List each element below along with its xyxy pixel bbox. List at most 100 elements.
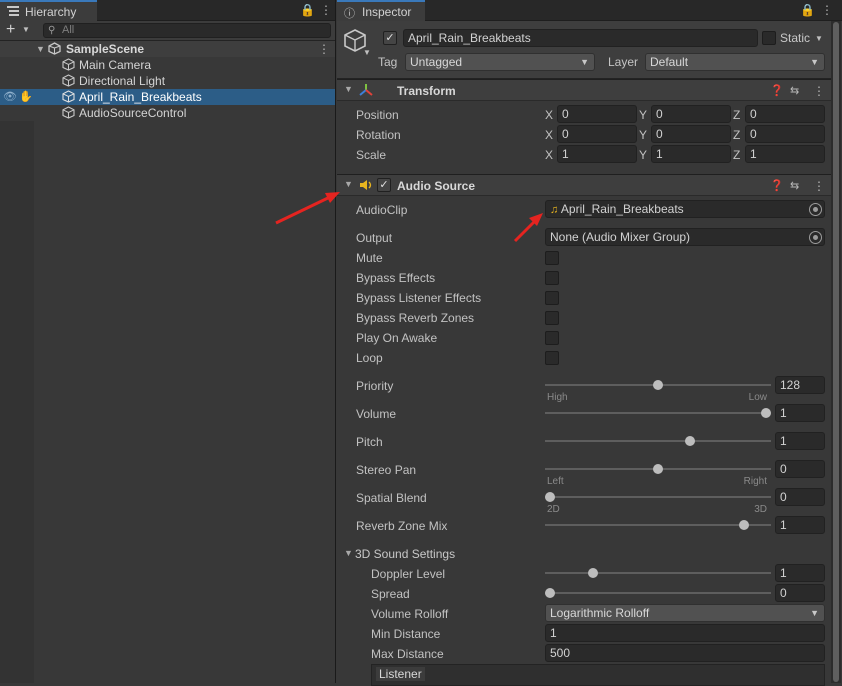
static-dropdown-icon[interactable]: ▼ (815, 34, 823, 43)
search-icon: ⚲ (48, 25, 56, 36)
transform-x-field[interactable]: 0 (557, 125, 637, 143)
toggle-checkbox[interactable] (545, 271, 559, 285)
axis-x-label: X (545, 108, 554, 122)
expand-arrow-icon[interactable]: ▼ (344, 548, 353, 558)
active-checkbox[interactable]: ✓ (383, 31, 397, 45)
audioclip-value: April_Rain_Breakbeats (560, 202, 684, 216)
doppler-field[interactable]: 1 (775, 564, 825, 582)
tag-dropdown[interactable]: Untagged ▼ (405, 53, 595, 71)
more-menu-icon[interactable]: ⋮ (320, 3, 332, 17)
expand-arrow-icon[interactable]: ▼ (344, 179, 353, 189)
slider-value-field[interactable]: 128 (775, 376, 825, 394)
audio-source-header[interactable]: ▼ ✓ Audio Source ❓ ⇆ ⋮ (337, 174, 831, 196)
static-label: Static (780, 31, 811, 45)
more-menu-icon[interactable]: ⋮ (821, 3, 833, 17)
hierarchy-item-label: Directional Light (79, 74, 166, 88)
spread-slider-track[interactable] (545, 592, 771, 594)
transform-y-field[interactable]: 0 (651, 105, 731, 123)
slider-label: Volume (356, 407, 397, 421)
object-picker-icon[interactable] (809, 231, 822, 244)
transform-header[interactable]: ▼ Transform ❓ ⇆ ⋮ (337, 79, 831, 101)
toggle-checkbox[interactable] (545, 291, 559, 305)
slider-knob[interactable] (761, 408, 771, 418)
pickable-hand-icon[interactable]: ✋ (19, 89, 33, 105)
slider-value-field[interactable]: 0 (775, 460, 825, 478)
spread-slider-knob[interactable] (545, 588, 555, 598)
inspector-scrollbar-thumb[interactable] (833, 22, 839, 682)
transform-row-label: Position (356, 108, 399, 122)
icon-dropdown-icon[interactable]: ▼ (363, 48, 371, 57)
min-distance-label: Min Distance (371, 627, 441, 641)
presets-icon[interactable]: ⇆ (790, 179, 799, 192)
expand-arrow-icon[interactable]: ▼ (36, 41, 45, 57)
doppler-slider-knob[interactable] (588, 568, 599, 578)
sound3d-title[interactable]: 3D Sound Settings (355, 547, 455, 561)
hierarchy-item[interactable]: Main Camera (0, 57, 335, 73)
component-menu-icon[interactable]: ⋮ (813, 179, 825, 193)
hierarchy-item-selected[interactable]: 👁 ✋ April_Rain_Breakbeats (0, 89, 335, 105)
transform-y-field[interactable]: 1 (651, 145, 731, 163)
audioclip-field[interactable]: ♫ April_Rain_Breakbeats (545, 200, 825, 218)
toggle-checkbox[interactable] (545, 331, 559, 345)
static-checkbox[interactable] (762, 31, 776, 45)
axis-y-label: Y (639, 148, 648, 162)
slider-min-label: Left (547, 476, 564, 487)
object-name-field[interactable]: April_Rain_Breakbeats (403, 29, 758, 47)
doppler-slider-track[interactable] (545, 572, 771, 574)
toggle-checkbox[interactable] (545, 311, 559, 325)
slider-track[interactable] (545, 412, 771, 414)
slider-knob[interactable] (545, 492, 555, 502)
slider-track[interactable] (545, 496, 771, 498)
slider-knob[interactable] (685, 436, 696, 446)
toggle-checkbox[interactable] (545, 351, 559, 365)
toggle-checkbox[interactable] (545, 251, 559, 265)
transform-x-field[interactable]: 0 (557, 105, 637, 123)
rolloff-dropdown[interactable]: Logarithmic Rolloff ▼ (545, 604, 825, 622)
info-icon: ⓘ (344, 8, 355, 20)
slider-knob[interactable] (739, 520, 750, 530)
hierarchy-item[interactable]: AudioSourceControl (0, 105, 335, 121)
add-icon[interactable]: + (6, 21, 15, 39)
audio-source-enabled-checkbox[interactable]: ✓ (377, 178, 391, 192)
lock-icon[interactable]: 🔒 (300, 3, 315, 17)
help-icon[interactable]: ❓ (770, 179, 784, 192)
object-picker-icon[interactable] (809, 203, 822, 216)
chevron-down-icon[interactable]: ▼ (22, 25, 30, 34)
help-icon[interactable]: ❓ (770, 84, 784, 97)
spread-field[interactable]: 0 (775, 584, 825, 602)
slider-value-field[interactable]: 1 (775, 432, 825, 450)
min-distance-field[interactable]: 1 (545, 624, 825, 642)
slider-knob[interactable] (653, 464, 663, 474)
output-field[interactable]: None (Audio Mixer Group) (545, 228, 825, 246)
scene-label: SampleScene (66, 42, 145, 56)
slider-track[interactable] (545, 440, 771, 442)
max-distance-field[interactable]: 500 (545, 644, 825, 662)
tab-inspector[interactable]: ⓘ Inspector (337, 0, 425, 21)
search-input[interactable]: ⚲ All (43, 23, 331, 38)
slider-value-field[interactable]: 1 (775, 516, 825, 534)
tab-hierarchy[interactable]: Hierarchy (0, 0, 97, 21)
layer-value: Default (650, 55, 689, 69)
slider-track[interactable] (545, 524, 771, 526)
component-menu-icon[interactable]: ⋮ (813, 84, 825, 98)
expand-arrow-icon[interactable]: ▼ (344, 84, 353, 94)
transform-x-field[interactable]: 1 (557, 145, 637, 163)
transform-z-field[interactable]: 0 (745, 125, 825, 143)
slider-knob[interactable] (653, 380, 663, 390)
presets-icon[interactable]: ⇆ (790, 84, 799, 97)
slider-value-field[interactable]: 0 (775, 488, 825, 506)
slider-min-label: High (547, 392, 568, 403)
visibility-eye-icon[interactable]: 👁 (3, 89, 17, 105)
toggle-label: Bypass Reverb Zones (356, 311, 475, 325)
transform-z-field[interactable]: 1 (745, 145, 825, 163)
axis-x-label: X (545, 128, 554, 142)
lock-icon[interactable]: 🔒 (800, 3, 815, 17)
scene-menu-icon[interactable]: ⋮ (318, 41, 330, 57)
slider-min-label: 2D (547, 504, 560, 515)
transform-z-field[interactable]: 0 (745, 105, 825, 123)
hierarchy-item[interactable]: Directional Light (0, 73, 335, 89)
transform-y-field[interactable]: 0 (651, 125, 731, 143)
slider-value-field[interactable]: 1 (775, 404, 825, 422)
scene-row[interactable]: ▼ SampleScene ⋮ (0, 41, 335, 57)
layer-dropdown[interactable]: Default ▼ (645, 53, 825, 71)
